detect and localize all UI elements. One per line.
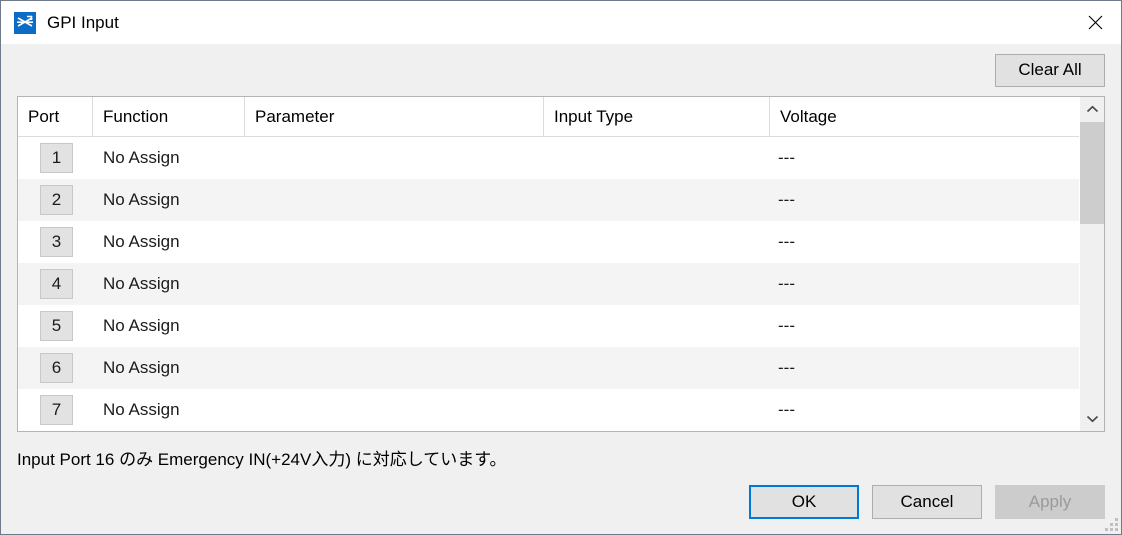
cell-parameter[interactable] bbox=[245, 137, 544, 179]
table-main: Port Function Parameter Input Type Volta… bbox=[18, 97, 1079, 431]
window-title: GPI Input bbox=[47, 13, 119, 32]
scroll-track[interactable] bbox=[1080, 122, 1104, 406]
column-header-voltage[interactable]: Voltage bbox=[770, 97, 1079, 137]
scroll-down-button[interactable] bbox=[1080, 406, 1104, 431]
cell-input-type[interactable] bbox=[544, 179, 770, 221]
port-number-badge[interactable]: 2 bbox=[40, 185, 73, 215]
cell-voltage: --- bbox=[778, 358, 795, 377]
title-bar: GPI Input bbox=[1, 1, 1121, 44]
table-row[interactable]: 5 No Assign --- bbox=[18, 305, 1079, 347]
clear-all-button[interactable]: Clear All bbox=[995, 53, 1105, 87]
cell-voltage: --- bbox=[778, 316, 795, 335]
cell-parameter[interactable] bbox=[245, 179, 544, 221]
signal-crossover-icon bbox=[14, 11, 36, 34]
toolbar: Clear All bbox=[1, 44, 1121, 96]
cell-function[interactable]: No Assign bbox=[93, 347, 245, 389]
resize-grip[interactable] bbox=[1105, 518, 1118, 531]
apply-button: Apply bbox=[995, 485, 1105, 519]
cell-voltage: --- bbox=[778, 190, 795, 209]
scroll-thumb[interactable] bbox=[1080, 122, 1104, 224]
table-row[interactable]: 1 No Assign --- bbox=[18, 137, 1079, 179]
chevron-up-icon bbox=[1086, 105, 1098, 113]
table-row[interactable]: 6 No Assign --- bbox=[18, 347, 1079, 389]
cell-parameter[interactable] bbox=[245, 389, 544, 431]
cell-parameter[interactable] bbox=[245, 221, 544, 263]
column-header-parameter[interactable]: Parameter bbox=[245, 97, 544, 137]
cell-port: 3 bbox=[18, 221, 93, 263]
table-row[interactable]: 4 No Assign --- bbox=[18, 263, 1079, 305]
column-header-port[interactable]: Port bbox=[18, 97, 93, 137]
close-button[interactable] bbox=[1069, 1, 1121, 43]
cell-input-type[interactable] bbox=[544, 263, 770, 305]
port-number-badge[interactable]: 7 bbox=[40, 395, 73, 425]
cell-port: 4 bbox=[18, 263, 93, 305]
cell-port: 7 bbox=[18, 389, 93, 431]
table-body: 1 No Assign --- 2 No Assign --- 3 No Ass… bbox=[18, 137, 1079, 431]
cell-parameter[interactable] bbox=[245, 305, 544, 347]
table-vertical-scrollbar[interactable] bbox=[1079, 97, 1104, 431]
cell-function[interactable]: No Assign bbox=[93, 389, 245, 431]
cell-voltage: --- bbox=[778, 274, 795, 293]
cell-function[interactable]: No Assign bbox=[93, 221, 245, 263]
port-number-badge[interactable]: 4 bbox=[40, 269, 73, 299]
cell-function[interactable]: No Assign bbox=[93, 137, 245, 179]
cell-input-type[interactable] bbox=[544, 221, 770, 263]
port-number-badge[interactable]: 5 bbox=[40, 311, 73, 341]
cell-function[interactable]: No Assign bbox=[93, 263, 245, 305]
cell-port: 1 bbox=[18, 137, 93, 179]
cell-function[interactable]: No Assign bbox=[93, 179, 245, 221]
port-number-badge[interactable]: 6 bbox=[40, 353, 73, 383]
cancel-button[interactable]: Cancel bbox=[872, 485, 982, 519]
cell-input-type[interactable] bbox=[544, 347, 770, 389]
cell-voltage: --- bbox=[778, 148, 795, 167]
cell-input-type[interactable] bbox=[544, 389, 770, 431]
gpi-port-table: Port Function Parameter Input Type Volta… bbox=[17, 96, 1105, 432]
table-row[interactable]: 2 No Assign --- bbox=[18, 179, 1079, 221]
cell-function[interactable]: No Assign bbox=[93, 305, 245, 347]
chevron-down-icon bbox=[1086, 415, 1098, 423]
cell-voltage: --- bbox=[778, 232, 795, 251]
cell-port: 5 bbox=[18, 305, 93, 347]
ok-button[interactable]: OK bbox=[749, 485, 859, 519]
cell-parameter[interactable] bbox=[245, 347, 544, 389]
cell-input-type[interactable] bbox=[544, 305, 770, 347]
cell-port: 6 bbox=[18, 347, 93, 389]
close-icon bbox=[1088, 15, 1102, 29]
port-number-badge[interactable]: 3 bbox=[40, 227, 73, 257]
port-number-badge[interactable]: 1 bbox=[40, 143, 73, 173]
emergency-in-note: Input Port 16 のみ Emergency IN(+24V入力) に対… bbox=[17, 450, 507, 469]
table-row[interactable]: 3 No Assign --- bbox=[18, 221, 1079, 263]
dialog-footer: OK Cancel Apply bbox=[1, 470, 1121, 534]
cell-voltage: --- bbox=[778, 400, 795, 419]
cell-port: 2 bbox=[18, 179, 93, 221]
gpi-input-dialog: GPI Input Clear All Port Function Parame… bbox=[0, 0, 1122, 535]
cell-parameter[interactable] bbox=[245, 263, 544, 305]
cell-input-type[interactable] bbox=[544, 137, 770, 179]
column-header-function[interactable]: Function bbox=[93, 97, 245, 137]
column-header-input-type[interactable]: Input Type bbox=[544, 97, 770, 137]
scroll-up-button[interactable] bbox=[1080, 97, 1104, 122]
table-header-row: Port Function Parameter Input Type Volta… bbox=[18, 97, 1079, 137]
table-row[interactable]: 7 No Assign --- bbox=[18, 389, 1079, 431]
